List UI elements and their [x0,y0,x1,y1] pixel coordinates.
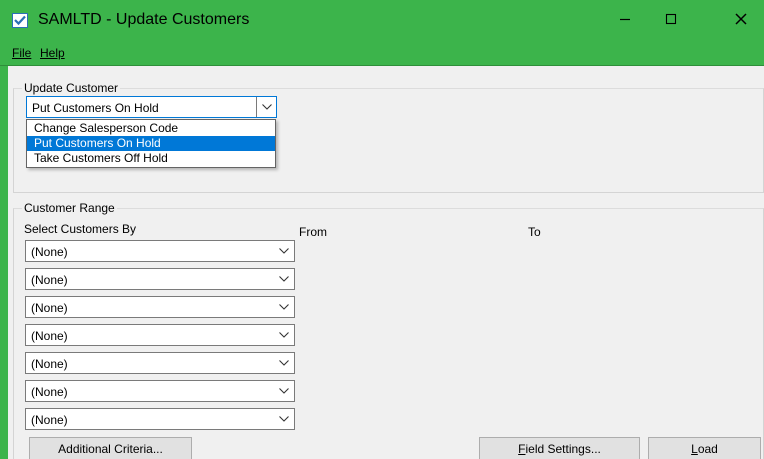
chevron-down-icon[interactable] [274,297,294,317]
dropdown-option-change-salesperson-code[interactable]: Change Salesperson Code [27,121,275,136]
dropdown-value: (None) [31,413,68,427]
chevron-down-icon[interactable] [274,325,294,345]
chevron-down-icon[interactable] [274,353,294,373]
dropdown-value: (None) [31,273,68,287]
dropdown-value: (None) [31,301,68,315]
update-customer-dropdown-list: Change Salesperson Code Put Customers On… [26,119,276,168]
menu-help[interactable]: Help [40,46,65,60]
close-button[interactable] [718,0,764,40]
load-button[interactable]: Load [648,437,761,459]
minimize-button[interactable] [602,0,648,40]
chevron-down-icon[interactable] [274,381,294,401]
field-settings-button[interactable]: Field Settings... [479,437,640,459]
menu-bar: File Help [0,40,764,66]
update-customer-select[interactable]: Put Customers On Hold [26,96,277,118]
field-settings-label: Field Settings... [518,442,601,456]
select-customers-by-label: Select Customers By [24,222,137,236]
maximize-icon [665,13,677,28]
app-window: SAMLTD - Update Customers File Help Upda… [0,0,764,459]
chevron-down-icon[interactable] [274,269,294,289]
select-customers-by-dropdown[interactable]: (None) [25,324,295,346]
select-customers-by-dropdown[interactable]: (None) [25,268,295,290]
select-customers-by-dropdown[interactable]: (None) [25,352,295,374]
dropdown-option-put-customers-on-hold[interactable]: Put Customers On Hold [27,136,275,151]
dropdown-option-take-customers-off-hold[interactable]: Take Customers Off Hold [27,151,275,166]
load-label: Load [691,442,718,456]
menu-file[interactable]: File [12,46,31,60]
chevron-down-icon[interactable] [256,97,276,117]
select-customers-by-dropdown[interactable]: (None) [25,240,295,262]
app-check-icon [12,13,28,28]
minimize-icon [619,13,631,28]
select-customers-by-dropdown[interactable]: (None) [25,296,295,318]
dropdown-value: (None) [31,385,68,399]
dropdown-value: (None) [31,245,68,259]
update-customer-group-label: Update Customer [22,81,121,95]
select-customers-by-dropdown[interactable]: (None) [25,408,295,430]
maximize-button[interactable] [648,0,694,40]
chevron-down-icon[interactable] [274,409,294,429]
from-label: From [299,225,327,239]
update-customer-select-value: Put Customers On Hold [32,101,159,115]
additional-criteria-button[interactable]: Additional Criteria... [29,437,192,459]
dropdown-value: (None) [31,329,68,343]
dropdown-value: (None) [31,357,68,371]
title-bar[interactable]: SAMLTD - Update Customers [0,0,764,40]
window-title: SAMLTD - Update Customers [38,11,250,28]
chevron-down-icon[interactable] [274,241,294,261]
close-icon [735,12,747,28]
select-customers-by-dropdown[interactable]: (None) [25,380,295,402]
to-label: To [528,225,541,239]
customer-range-group-label: Customer Range [22,201,117,215]
additional-criteria-label: Additional Criteria... [58,442,163,456]
